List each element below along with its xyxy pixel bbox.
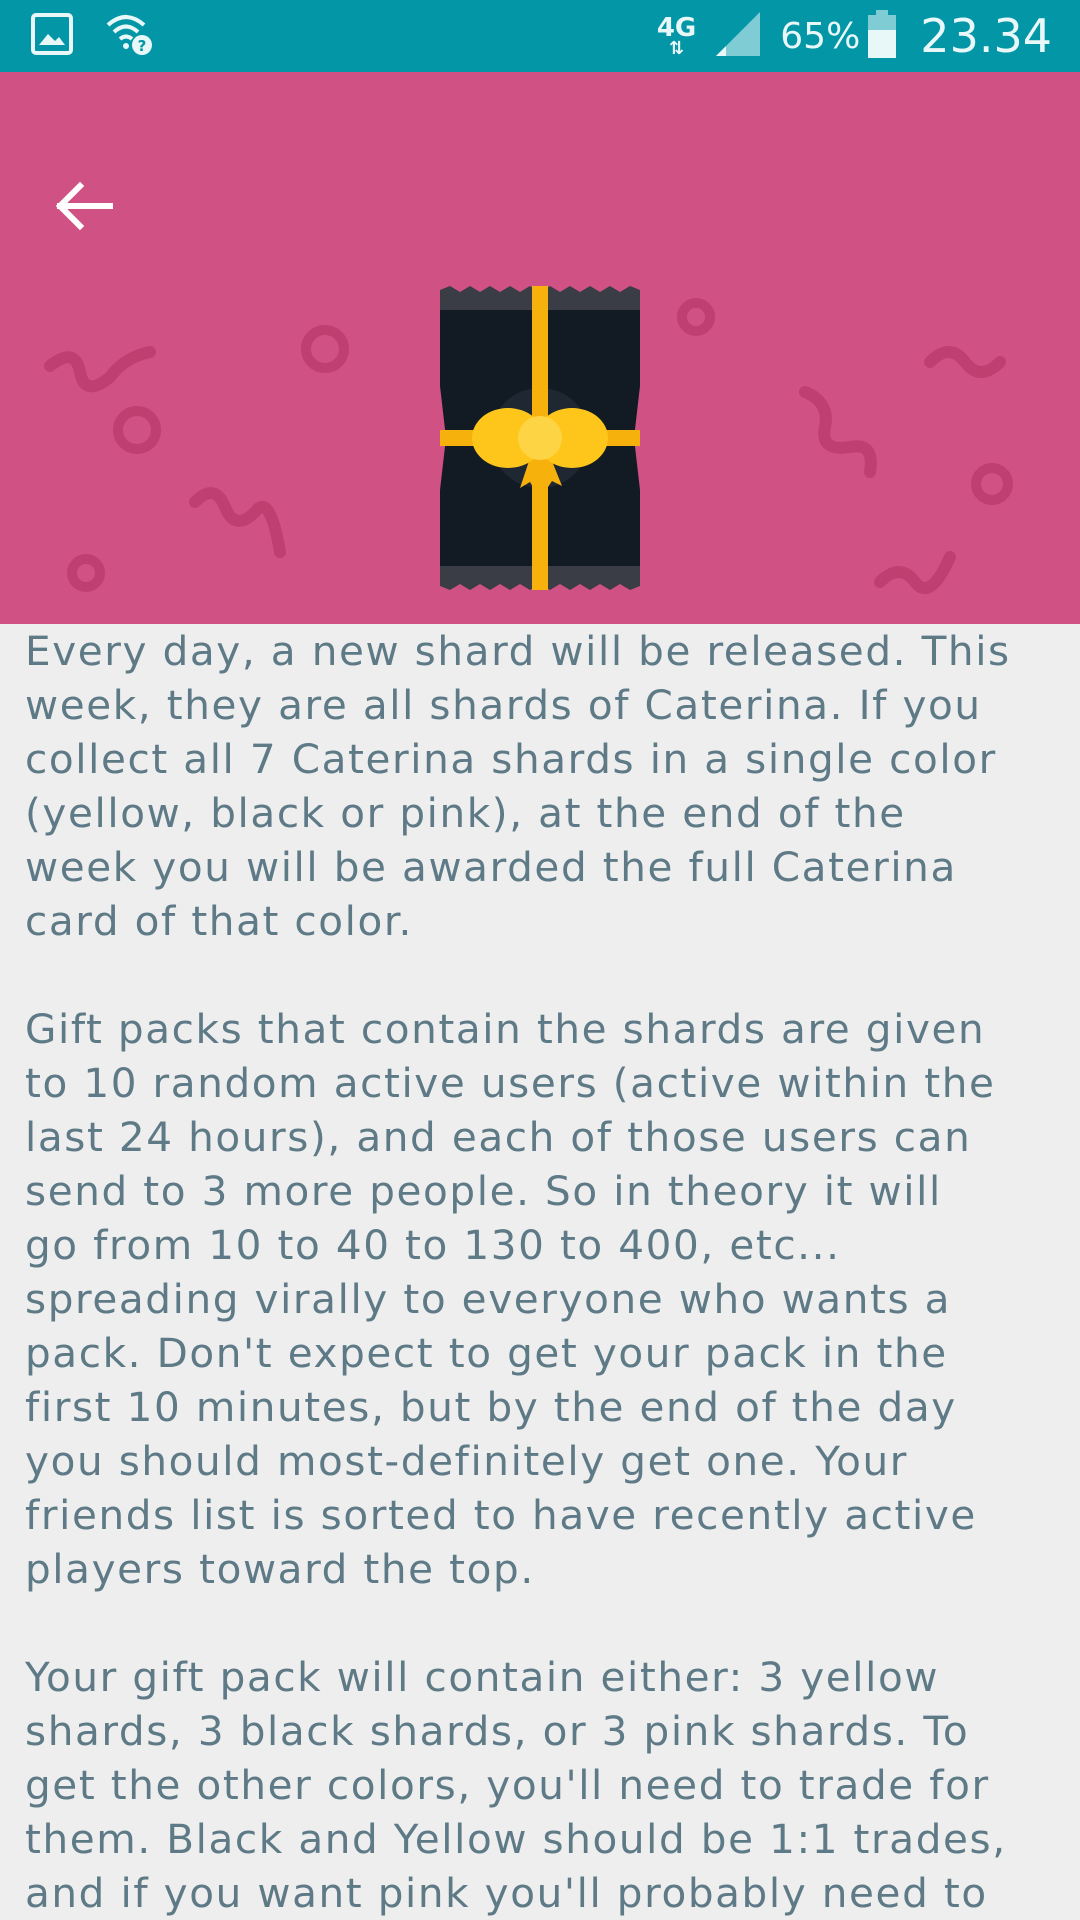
status-bar-right: 4G ⇅ 65% 23.34 [657,0,1052,72]
battery-percent: 65% [780,15,861,57]
paragraph-intro: Every day, a new shard will be released.… [25,627,1011,945]
paragraph-gift-packs: Gift packs that contain the shards are g… [25,1005,996,1593]
gallery-icon [30,12,74,60]
gift-pack-icon [440,286,640,590]
back-button[interactable] [44,166,124,246]
network-indicator: 4G ⇅ [657,15,696,59]
description-text: Every day, a new shard will be released.… [25,624,1065,1920]
signal-icon [712,8,764,64]
header-banner [0,72,1080,624]
arrow-left-icon [55,181,113,231]
data-arrows-icon: ⇅ [669,38,685,59]
paragraph-trading: Your gift pack will contain either: 3 ye… [25,1653,1007,1917]
battery-icon [866,9,898,63]
svg-text:?: ? [138,37,147,55]
status-bar: ? 4G ⇅ 65% 23.34 [0,0,1080,72]
clock: 23.34 [920,9,1052,63]
wifi-question-icon: ? [104,11,154,61]
status-bar-left: ? [30,12,154,60]
